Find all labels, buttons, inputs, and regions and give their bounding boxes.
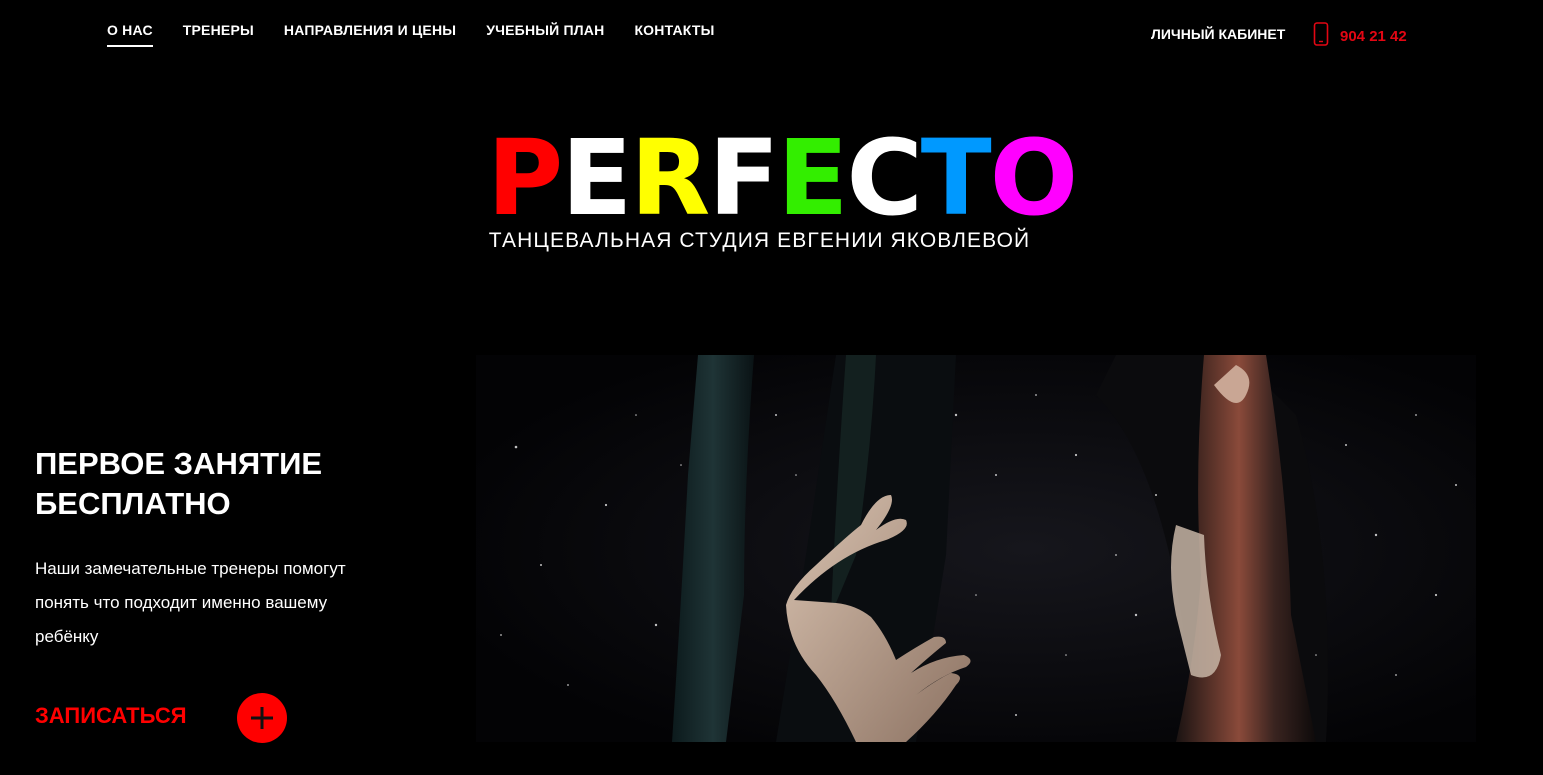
dancer-hands-image [476, 355, 1476, 742]
signup-link[interactable]: ЗАПИСАТЬСЯ [35, 703, 187, 729]
logo-letter: F [708, 117, 779, 239]
logo-letter: T [920, 117, 992, 239]
signup-plus-button[interactable] [237, 693, 287, 743]
main-nav: О НАС ТРЕНЕРЫ НАПРАВЛЕНИЯ И ЦЕНЫ УЧЕБНЫЙ… [107, 22, 745, 47]
nav-item-directions-prices[interactable]: НАПРАВЛЕНИЯ И ЦЕНЫ [284, 22, 456, 47]
plus-icon [237, 693, 287, 743]
hero-description-line: ребёнку [35, 627, 99, 646]
studio-logo[interactable]: P E R F E C T O [487, 117, 1078, 239]
personal-cabinet-link[interactable]: ЛИЧНЫЙ КАБИНЕТ [1151, 26, 1285, 42]
hero-video[interactable] [476, 355, 1476, 742]
logo-letter: P [487, 117, 563, 239]
logo-letter: C [846, 117, 922, 239]
nav-item-curriculum[interactable]: УЧЕБНЫЙ ПЛАН [486, 22, 604, 47]
hero-description-line: Наши замечательные тренеры помогут [35, 559, 346, 578]
hero-title-line: ПЕРВОЕ ЗАНЯТИЕ [35, 446, 323, 481]
nav-item-trainers[interactable]: ТРЕНЕРЫ [183, 22, 254, 47]
logo-letter: E [777, 117, 848, 239]
logo-subtitle: ТАНЦЕВАЛЬНАЯ СТУДИЯ ЕВГЕНИИ ЯКОВЛЕВОЙ [488, 229, 1031, 252]
phone-link[interactable]: 904 21 42 [1313, 22, 1407, 51]
page: О НАС ТРЕНЕРЫ НАПРАВЛЕНИЯ И ЦЕНЫ УЧЕБНЫЙ… [0, 0, 1543, 775]
nav-item-about[interactable]: О НАС [107, 22, 153, 47]
hero-title-line: БЕСПЛАТНО [35, 486, 231, 521]
hero-title: ПЕРВОЕ ЗАНЯТИЕ БЕСПЛАТНО [35, 444, 415, 524]
phone-number: 904 21 42 [1340, 28, 1407, 45]
hero-description-line: понять что подходит именно вашему [35, 593, 328, 612]
logo-letter: R [630, 117, 710, 239]
hero-description: Наши замечательные тренеры помогут понят… [35, 552, 405, 654]
nav-item-contacts[interactable]: КОНТАКТЫ [634, 22, 714, 47]
logo-letter: O [989, 117, 1078, 239]
logo-letter: E [561, 117, 632, 239]
phone-icon [1313, 22, 1340, 51]
